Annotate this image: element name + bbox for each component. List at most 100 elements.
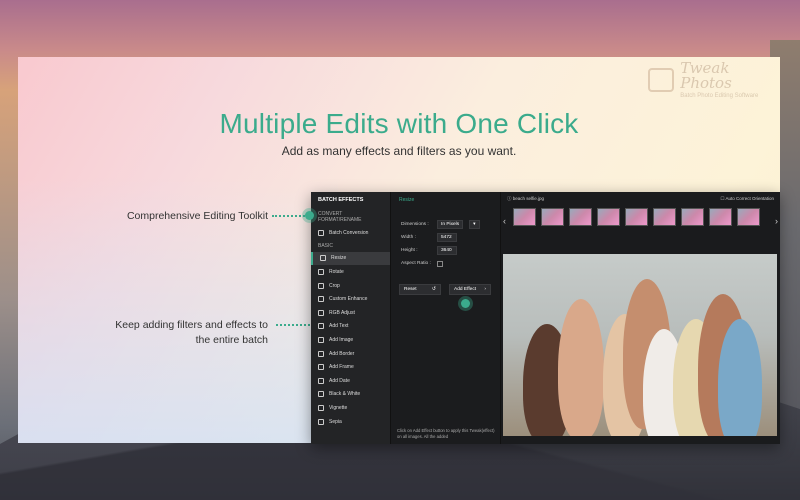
dimensions-row: Dimensions : In Pixels ▾ — [391, 218, 500, 231]
sidebar-item-black-white[interactable]: Black & White — [311, 388, 390, 402]
effects-sidebar: BATCH EFFECTS CONVERT FORMAT/RENAME Batc… — [311, 192, 391, 444]
reset-button[interactable]: Reset ↺ — [399, 284, 441, 295]
sidebar-item-rotate[interactable]: Rotate — [311, 265, 390, 279]
camera-icon — [648, 68, 675, 92]
sidebar-item-add-image[interactable]: Add Image — [311, 333, 390, 347]
thumbnail[interactable] — [681, 208, 704, 226]
sidebar-item-label: Vignette — [329, 404, 348, 411]
info-note: Click on Add Effect button to apply this… — [397, 428, 495, 439]
sidebar-item-crop[interactable]: Crop — [311, 279, 390, 293]
settings-title: Resize — [399, 197, 415, 203]
enhance-icon — [318, 296, 324, 303]
bw-icon — [318, 391, 324, 398]
chevron-right-icon: › — [484, 287, 486, 292]
callout-batch: Keep adding filters and effects to the e… — [115, 318, 268, 348]
sidebar-item-vignette[interactable]: Vignette — [311, 401, 390, 415]
section-convert: CONVERT FORMAT/RENAME — [318, 211, 362, 223]
sidebar-item-add-text[interactable]: Add Text — [311, 320, 390, 334]
height-input[interactable]: 3640 — [437, 246, 457, 255]
preview-panel: ⓘ beach selfie.jpg ☐ Auto Correct Orient… — [501, 192, 780, 444]
thumbnail[interactable] — [625, 208, 648, 226]
sidebar-item-label: Rotate — [329, 268, 344, 275]
height-row: Height : 3640 — [391, 244, 500, 257]
callout-batch-line1: Keep adding filters and effects to — [115, 319, 268, 331]
sidebar-item-label: Add Border — [329, 350, 355, 357]
callout-toolkit-connector — [272, 215, 308, 217]
border-icon — [318, 350, 324, 357]
thumbnail[interactable] — [653, 208, 676, 226]
sidebar-item-label: Add Image — [329, 336, 354, 343]
aspect-row: Aspect Ratio : — [391, 257, 500, 270]
section-basic: BASIC — [318, 242, 334, 249]
thumbnail[interactable] — [541, 208, 564, 226]
sidebar-item-label: Sepia — [329, 418, 342, 425]
chevron-down-icon[interactable]: ▾ — [469, 220, 480, 229]
callout-toolkit-pin — [305, 211, 314, 220]
preview-image — [503, 254, 777, 436]
callout-toolkit: Comprehensive Editing Toolkit — [126, 210, 268, 222]
rgb-icon — [318, 309, 324, 316]
sidebar-item-batch-conversion[interactable]: Batch Conversion — [311, 226, 390, 240]
sidebar-item-sepia[interactable]: Sepia — [311, 415, 390, 429]
text-icon — [318, 323, 324, 330]
aspect-label: Aspect Ratio : — [401, 261, 431, 266]
sidebar-item-add-date[interactable]: Add Date — [311, 374, 390, 388]
sidebar-item-label: Add Text — [329, 323, 349, 330]
file-name: beach selfie.jpg — [512, 195, 545, 201]
watermark-brand: Tweak Photos — [680, 59, 732, 92]
sidebar-item-label: RGB Adjust — [329, 309, 355, 316]
add-effect-button[interactable]: Add Effect › — [449, 284, 491, 295]
sepia-icon — [318, 418, 324, 425]
sidebar-item-label: Custom Enhance — [329, 296, 368, 303]
chevron-left-icon[interactable]: ‹ — [503, 216, 506, 226]
vignette-icon — [318, 404, 324, 411]
settings-panel: Resize Dimensions : In Pixels ▾ Width : … — [391, 192, 501, 444]
subheadline: Add as many effects and filters as you w… — [281, 144, 517, 158]
dimensions-select[interactable]: In Pixels — [437, 220, 464, 229]
width-label: Width : — [401, 235, 416, 240]
sidebar-item-label: Crop — [329, 282, 340, 289]
resize-icon — [320, 255, 326, 262]
crop-icon — [318, 282, 324, 289]
dimensions-label: Dimensions : — [401, 222, 429, 227]
callout-batch-pin — [461, 299, 470, 308]
headline: Multiple Edits with One Click — [219, 108, 579, 139]
thumbnail[interactable] — [569, 208, 592, 226]
sidebar-item-add-border[interactable]: Add Border — [311, 347, 390, 361]
thumbnail-strip — [501, 205, 780, 229]
height-label: Height : — [401, 248, 418, 253]
width-row: Width : 5472 — [391, 231, 500, 244]
aspect-checkbox[interactable] — [437, 260, 443, 267]
auto-orientation-toggle[interactable]: ☐ Auto Correct Orientation — [720, 196, 774, 202]
sidebar-item-label: Add Frame — [329, 364, 354, 371]
rotate-icon — [318, 268, 324, 275]
gear-icon — [318, 229, 324, 236]
undo-icon: ↺ — [431, 287, 436, 292]
sidebar-item-rgb-adjust[interactable]: RGB Adjust — [311, 306, 390, 320]
callout-batch-line2: the entire batch — [195, 334, 268, 346]
sidebar-item-custom-enhance[interactable]: Custom Enhance — [311, 292, 390, 306]
preview-toolbar: ⓘ beach selfie.jpg ☐ Auto Correct Orient… — [501, 192, 780, 205]
add-effect-label: Add Effect — [454, 287, 477, 292]
watermark-logo: Tweak Photos Batch Photo Editing Softwar… — [648, 61, 778, 99]
date-icon — [318, 377, 324, 384]
sidebar-item-resize[interactable]: Resize — [311, 251, 390, 266]
sidebar-item-label: Resize — [331, 255, 347, 262]
watermark-tagline: Batch Photo Editing Software — [680, 93, 759, 99]
width-input[interactable]: 5472 — [437, 233, 457, 242]
chevron-right-icon[interactable]: › — [775, 216, 778, 226]
thumbnail[interactable] — [737, 208, 760, 226]
image-icon — [318, 336, 324, 343]
thumbnail[interactable] — [513, 208, 536, 226]
info-icon: ⓘ beach selfie.jpg — [507, 195, 545, 201]
thumbnail[interactable] — [709, 208, 732, 226]
sidebar-item-label: Batch Conversion — [329, 229, 369, 236]
sidebar-item-add-frame[interactable]: Add Frame — [311, 360, 390, 374]
frame-icon — [318, 364, 324, 371]
sidebar-title: BATCH EFFECTS — [318, 197, 364, 203]
app-window: BATCH EFFECTS CONVERT FORMAT/RENAME Batc… — [311, 192, 780, 444]
sidebar-item-label: Black & White — [329, 391, 361, 398]
thumbnail[interactable] — [597, 208, 620, 226]
auto-orientation-label: Auto Correct Orientation — [725, 195, 774, 201]
sidebar-item-label: Add Date — [329, 377, 350, 384]
